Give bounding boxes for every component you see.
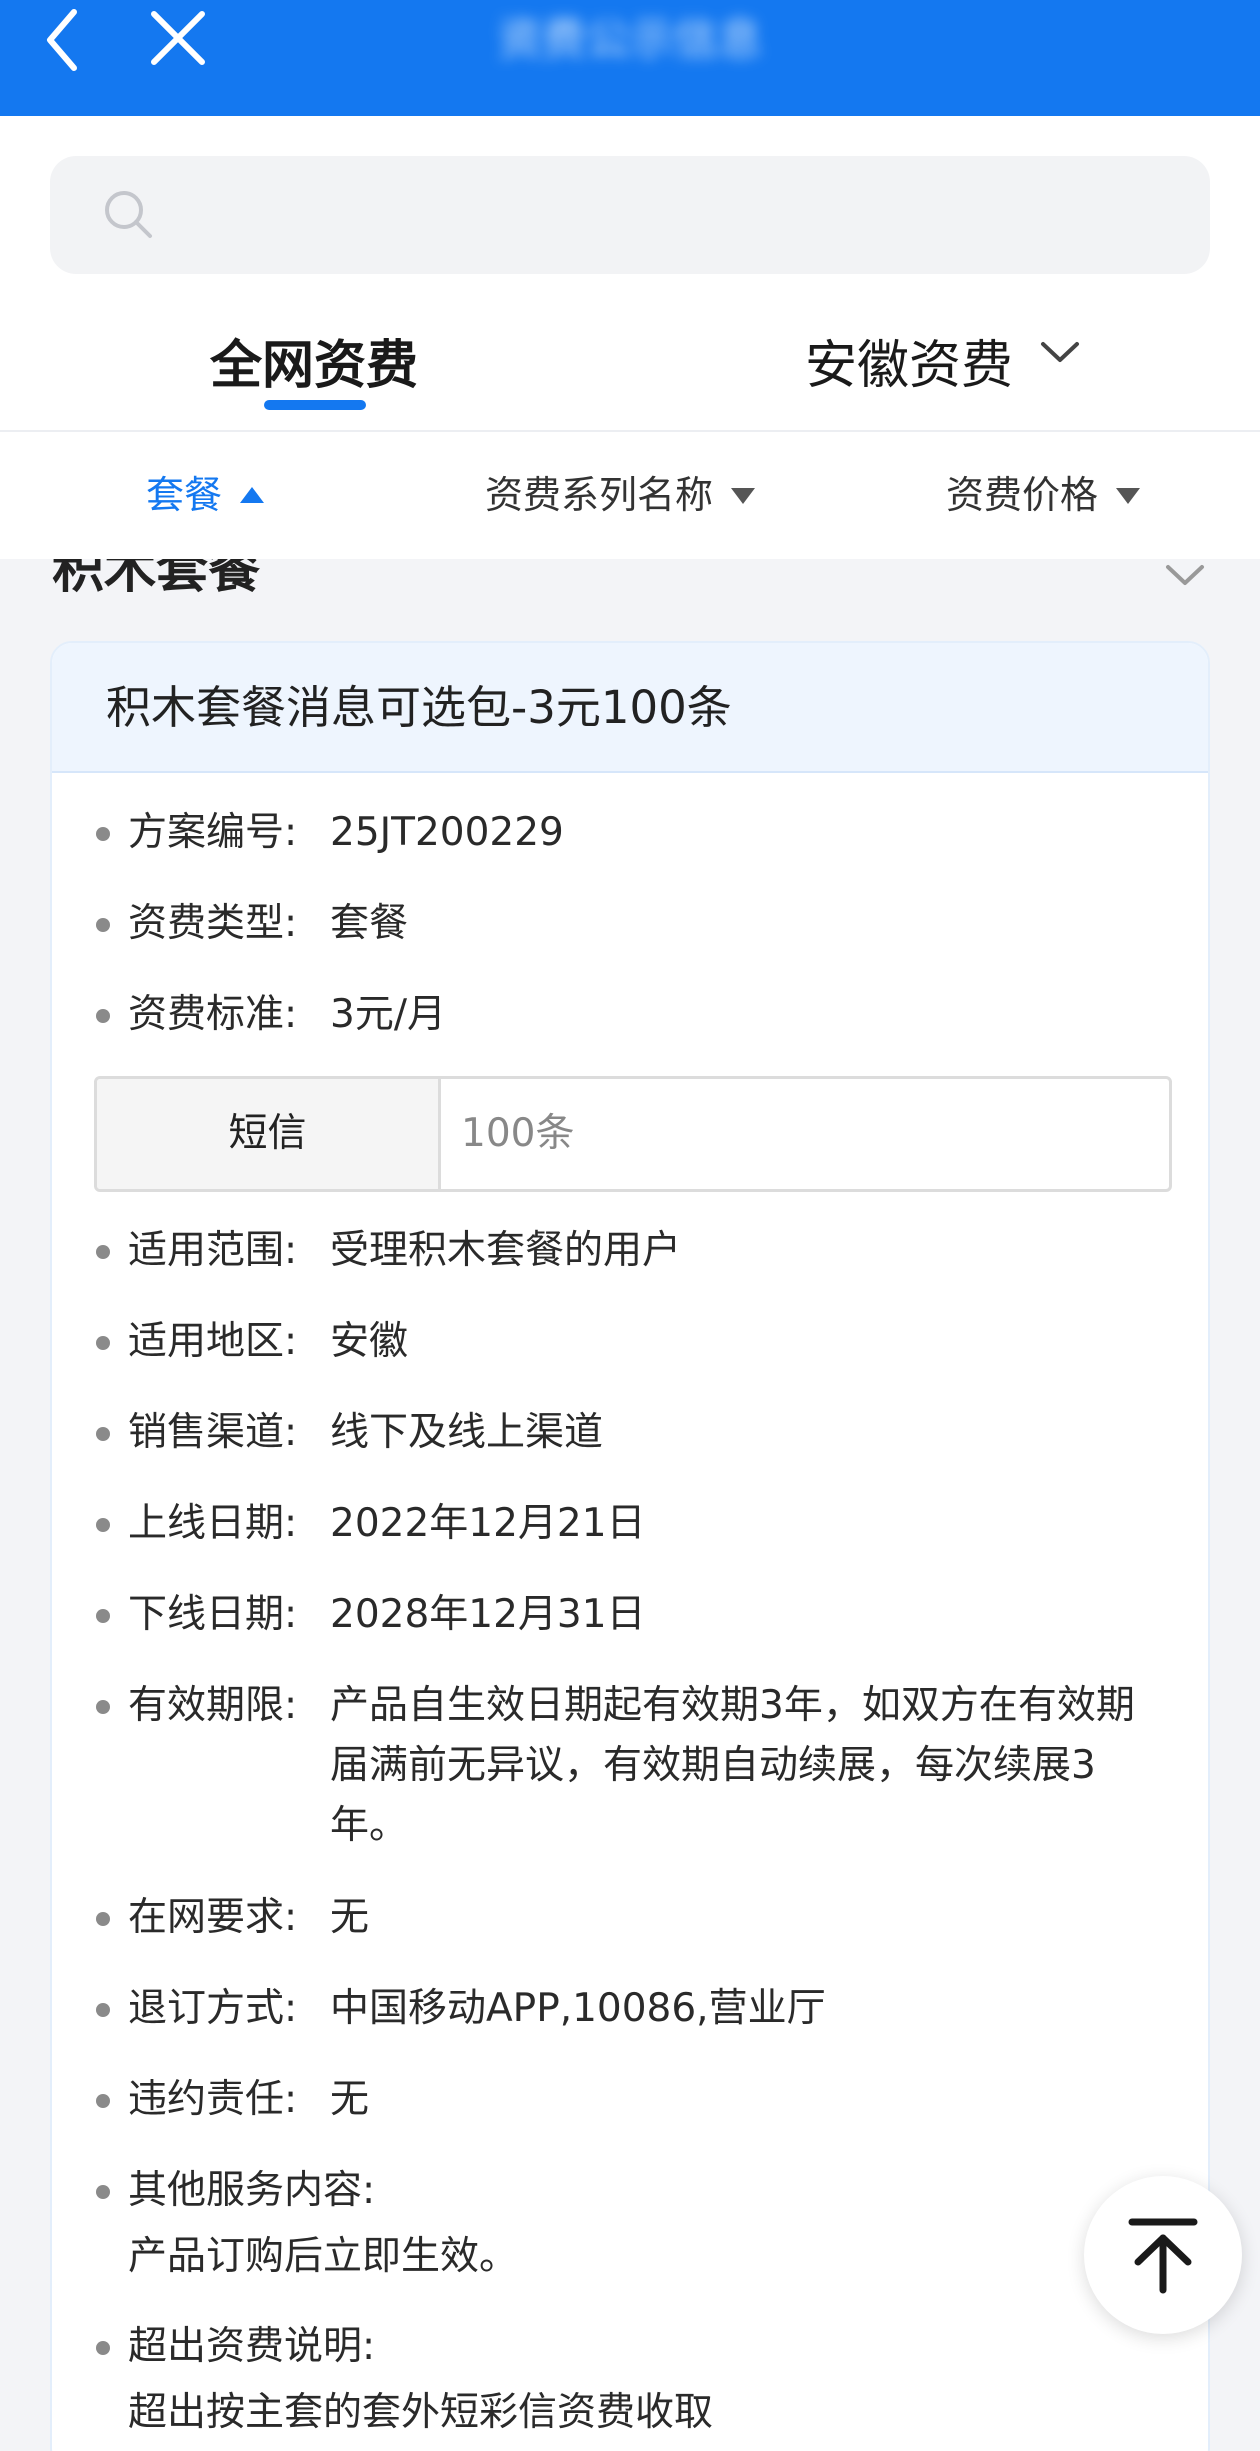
- bullet-icon: [96, 2094, 110, 2108]
- field-value: 2028年12月31日: [330, 1592, 646, 1637]
- field-label: 其他服务内容:: [128, 2168, 376, 2213]
- field-value: 3元/月: [330, 992, 446, 1037]
- search-bar[interactable]: [50, 156, 1210, 274]
- top-panel: 全网资费 安徽资费 套餐 资费系列名称 资费价格: [0, 116, 1260, 559]
- field-value: 超出按主套的套外短彩信资费收取: [128, 2390, 714, 2435]
- field-value: 受理积木套餐的用户: [330, 1228, 682, 1273]
- field-label: 适用范围:: [128, 1228, 298, 1273]
- triangle-up-icon: [240, 486, 265, 503]
- chevron-down-icon[interactable]: [1162, 559, 1208, 599]
- back-icon: [47, 9, 77, 71]
- filter-series-name[interactable]: 资费系列名称: [485, 432, 756, 559]
- bullet-icon: [96, 1336, 110, 1350]
- filter-label: 资费系列名称: [485, 473, 714, 517]
- tariff-card: 积木套餐消息可选包-3元100条 方案编号: 25JT200229 资费类型: …: [50, 641, 1210, 2451]
- field-value: 25JT200229: [330, 810, 564, 855]
- tab-label: 全网资费: [210, 336, 419, 396]
- close-button[interactable]: [132, 0, 222, 80]
- arrow-up-to-top-icon: [1128, 2218, 1198, 2294]
- filter-package[interactable]: 套餐: [146, 432, 265, 559]
- field-label: 上线日期:: [128, 1501, 298, 1546]
- field-label: 退订方式:: [128, 1986, 298, 2031]
- bullet-icon: [96, 918, 110, 932]
- triangle-down-icon: [1116, 487, 1141, 504]
- bullet-icon: [96, 1912, 110, 1926]
- field-label: 违约责任:: [128, 2077, 298, 2122]
- field-label: 超出资费说明:: [128, 2324, 376, 2369]
- search-icon: [105, 191, 152, 238]
- field-value: 中国移动APP,10086,营业厅: [330, 1986, 826, 2031]
- field-value: 产品订购后立即生效。: [128, 2234, 519, 2279]
- bullet-icon: [96, 1427, 110, 1441]
- field-label: 下线日期:: [128, 1592, 298, 1637]
- tab-label: 安徽资费: [805, 336, 1014, 396]
- field-value: 线下及线上渠道: [330, 1410, 604, 1455]
- field-label: 在网要求:: [128, 1895, 298, 1940]
- app-header: 资费公示信息: [0, 0, 1260, 116]
- page-title: 资费公示信息: [498, 14, 762, 65]
- group-title: 积木套餐: [52, 559, 261, 600]
- field-label: 资费标准:: [128, 992, 298, 1037]
- sms-quota-table: 短信 100条: [94, 1076, 1172, 1192]
- field-value: 套餐: [330, 901, 409, 946]
- triangle-down-icon: [731, 487, 756, 504]
- close-icon: [151, 11, 205, 65]
- filter-label: 资费价格: [946, 473, 1099, 517]
- field-value: 安徽: [330, 1319, 409, 1364]
- bullet-icon: [96, 2185, 110, 2199]
- field-value: 无: [330, 2077, 370, 2122]
- bullet-icon: [96, 2341, 110, 2355]
- field-label: 销售渠道:: [128, 1410, 298, 1455]
- chevron-down-icon[interactable]: [1037, 330, 1083, 376]
- field-value: 产品自生效日期起有效期3年，如双方在有效期届满前无异议，有效期自动续展，每次续展…: [330, 1683, 1135, 1848]
- field-label: 方案编号:: [128, 810, 298, 855]
- sms-service-name: 短信: [97, 1079, 441, 1189]
- sms-service-amount: 100条: [461, 1111, 575, 1156]
- bullet-icon: [96, 1609, 110, 1623]
- field-value: 2022年12月21日: [330, 1501, 646, 1546]
- bullet-icon: [96, 2003, 110, 2017]
- field-value: 无: [330, 1895, 370, 1940]
- active-tab-indicator: [264, 400, 366, 410]
- bullet-icon: [96, 1245, 110, 1259]
- back-to-top-button[interactable]: [1084, 2176, 1242, 2334]
- bullet-icon: [96, 1700, 110, 1714]
- filter-label: 套餐: [146, 473, 223, 517]
- group-header[interactable]: 积木套餐: [0, 559, 1260, 619]
- field-label: 资费类型:: [128, 901, 298, 946]
- bullet-icon: [96, 1518, 110, 1532]
- field-label: 适用地区:: [128, 1319, 298, 1364]
- search-input[interactable]: [170, 156, 1170, 274]
- bullet-icon: [96, 1009, 110, 1023]
- bullet-icon: [96, 827, 110, 841]
- field-label: 有效期限:: [128, 1683, 298, 1728]
- back-button[interactable]: [22, 0, 112, 80]
- filter-price[interactable]: 资费价格: [946, 432, 1141, 559]
- card-header: 积木套餐消息可选包-3元100条: [52, 643, 1208, 773]
- card-title: 积木套餐消息可选包-3元100条: [106, 681, 732, 734]
